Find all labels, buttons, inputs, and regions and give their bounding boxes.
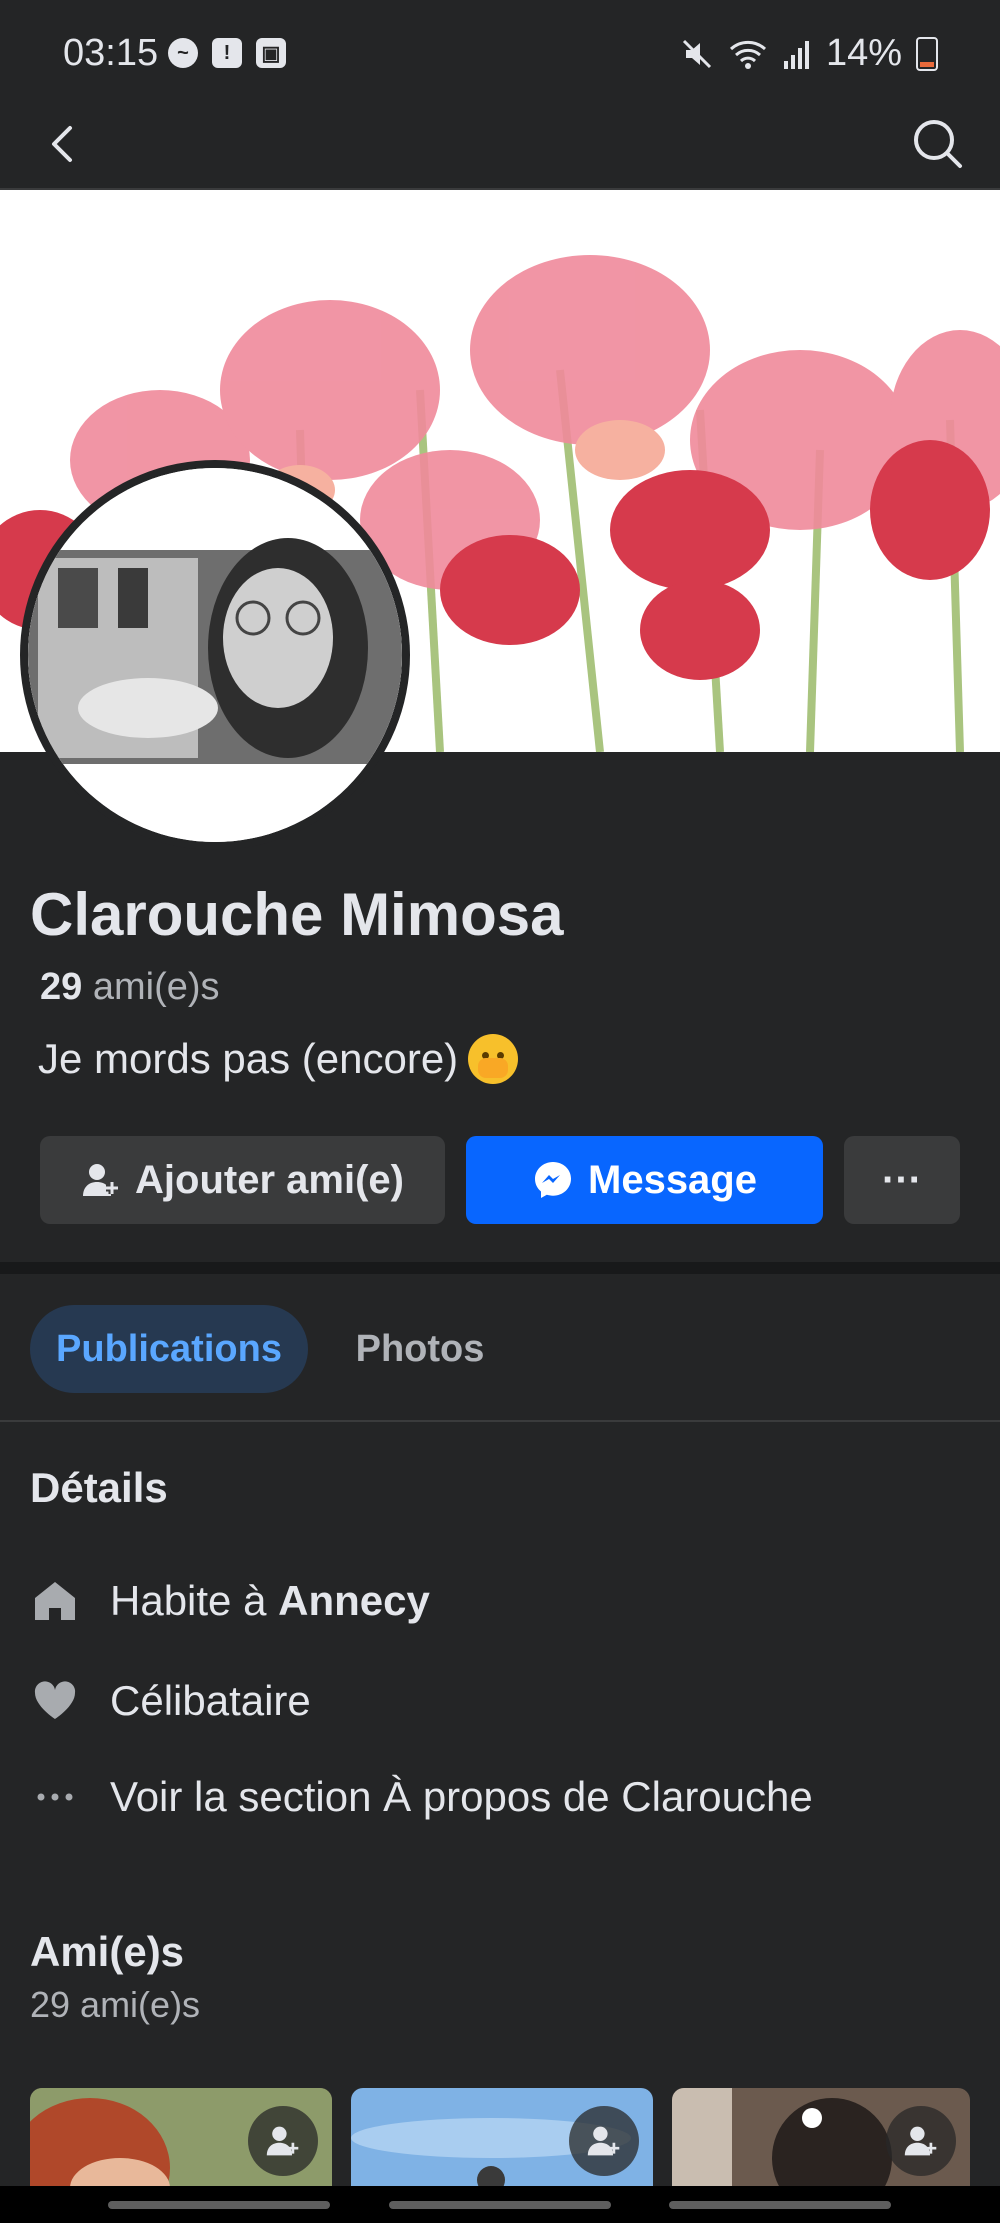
system-navigation-bar [0,2186,1000,2223]
tab-publications[interactable]: Publications [30,1305,308,1393]
status-bar: 03:15 ~ ! ▣ 14% [0,0,1000,108]
messenger-icon [535,1162,571,1198]
section-divider [0,1262,1000,1274]
status-time: 03:15 [63,32,159,74]
alert-notification-icon: ! [212,38,242,68]
messenger-notification-icon: ~ [168,38,198,68]
more-dots-icon [30,1772,80,1822]
more-options-button[interactable]: ··· [844,1136,960,1224]
add-friend-icon[interactable] [886,2106,956,2176]
image-notification-icon: ▣ [256,38,286,68]
profile-bio: Je mords pas (encore) [38,1034,519,1084]
more-dots-icon: ··· [882,1157,922,1202]
detail-relationship: Célibataire [30,1676,311,1726]
mute-icon [682,39,711,68]
search-icon[interactable] [906,112,970,176]
message-button[interactable]: Message [466,1136,823,1224]
tab-photos[interactable]: Photos [330,1305,510,1393]
home-icon [30,1576,80,1626]
tabs-divider [0,1420,1000,1422]
add-friend-icon[interactable] [248,2106,318,2176]
face-with-hand-over-mouth-emoji-icon [468,1034,519,1084]
add-friend-button[interactable]: Ajouter ami(e) [40,1136,445,1224]
home-button[interactable] [389,2201,611,2209]
top-nav-bar [0,108,1000,190]
signal-icon [783,40,809,69]
add-friend-icon [83,1164,119,1196]
friends-subtitle-count: 29 ami(e)s [30,1984,201,2025]
detail-lives-in: Habite à Annecy [30,1576,430,1626]
add-friend-icon[interactable] [569,2106,639,2176]
status-right-icons: 14% [680,32,938,75]
back-system-button[interactable] [669,2201,891,2209]
status-notification-icons: ~ ! ▣ [168,38,286,68]
lives-prefix: Habite à [110,1577,267,1624]
relationship-status: Célibataire [110,1677,311,1724]
details-title: Détails [30,1464,168,1511]
profile-name: Clarouche Mimosa [30,881,564,948]
profile-friends-count[interactable]: 29 ami(e)s [40,966,220,1009]
avatar-portrait-image [28,468,402,842]
profile-avatar[interactable] [20,460,410,850]
battery-icon [916,36,938,71]
avatar-photo [28,468,402,842]
detail-about-link[interactable]: Voir la section À propos de Clarouche [30,1772,813,1822]
bio-text: Je mords pas (encore) [38,1035,459,1082]
friends-title: Ami(e)s [30,1928,185,1975]
lives-city[interactable]: Annecy [278,1577,430,1625]
back-arrow-icon[interactable] [36,114,96,174]
battery-percent: 14% [825,32,902,74]
recent-apps-button[interactable] [108,2201,330,2209]
friends-count-number: 29 [40,966,83,1008]
heart-icon [30,1676,80,1726]
about-link-label: Voir la section À propos de Clarouche [110,1773,813,1820]
wifi-icon [729,40,766,69]
friend-card[interactable] [672,2088,970,2188]
friend-card[interactable] [30,2088,332,2188]
message-label: Message [588,1157,757,1202]
add-friend-label: Ajouter ami(e) [135,1157,404,1202]
friend-card[interactable] [351,2088,653,2188]
friends-count-label: ami(e)s [92,966,220,1008]
